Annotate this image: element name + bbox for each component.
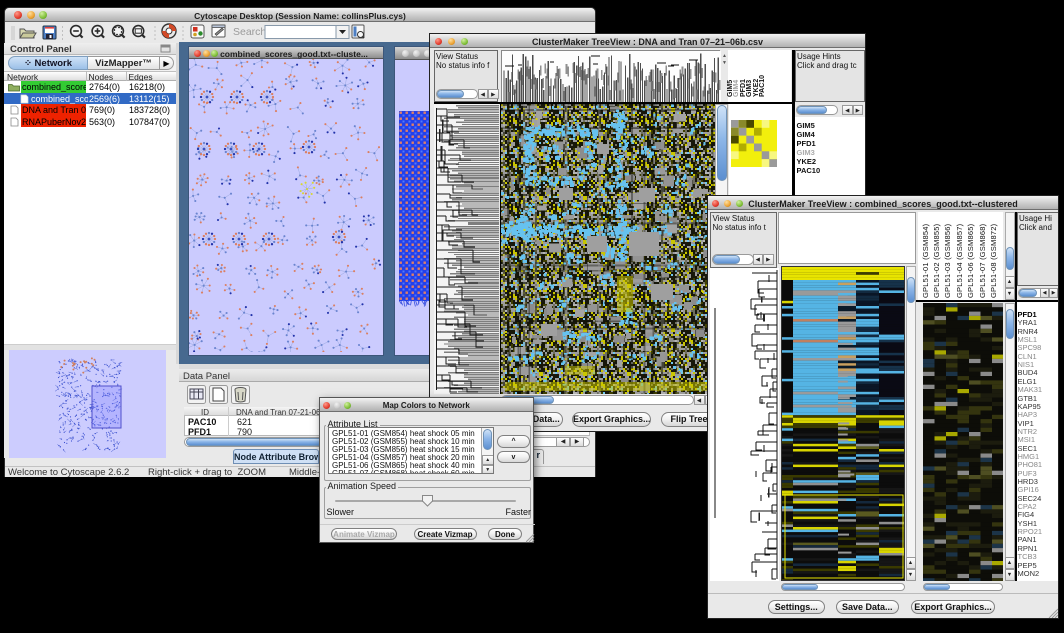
svg-text:Search:: Search: [233,26,269,38]
